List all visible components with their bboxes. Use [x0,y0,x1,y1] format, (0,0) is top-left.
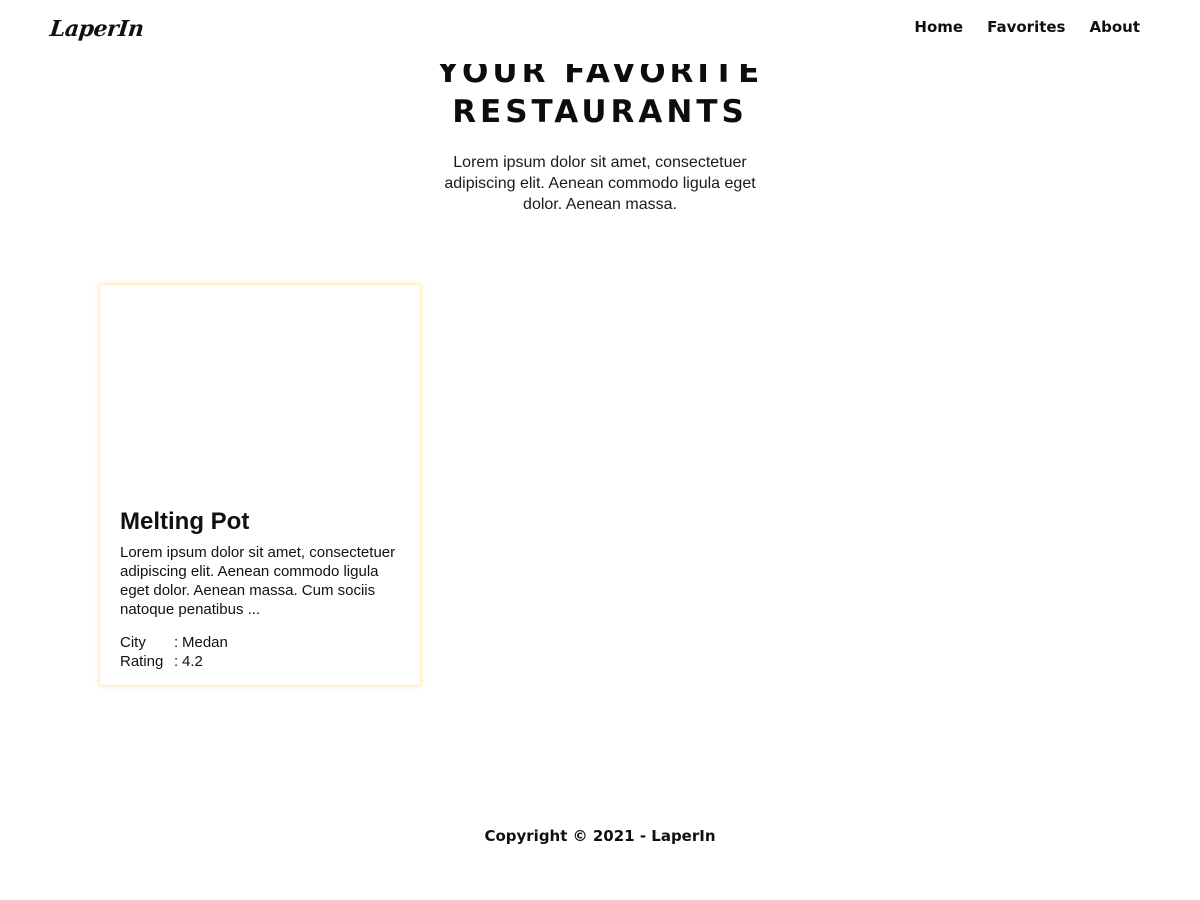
city-value: Medan [182,634,228,651]
site-logo[interactable]: LaperIn [49,16,145,42]
rating-value: 4.2 [182,653,203,670]
page: YOUR FAVORITE RESTAURANTS Lorem ipsum do… [0,0,1200,900]
restaurant-city-row: City : Medan [120,633,228,652]
hero-description: Lorem ipsum dolor sit amet, consectetuer… [444,154,756,213]
copyright-text: Copyright © 2021 - LaperIn [484,827,716,845]
city-separator: : [174,634,179,651]
page-title-line-2: RESTAURANTS [452,94,748,130]
nav-home-link[interactable]: Home [914,18,963,36]
restaurant-name[interactable]: Melting Pot [120,507,249,537]
restaurant-meta: City : Medan Rating : 4.2 [120,633,228,671]
nav-favorites-link[interactable]: Favorites [987,18,1065,36]
city-label: City [120,634,146,651]
main-nav: Home Favorites About [914,18,1140,36]
restaurant-image [100,285,420,497]
page-title: YOUR FAVORITE RESTAURANTS [0,52,1200,132]
restaurant-card[interactable]: Melting Pot Lorem ipsum dolor sit amet, … [100,285,420,685]
site-footer: Copyright © 2021 - LaperIn [0,827,1200,845]
rating-separator: : [174,653,179,670]
nav-about-link[interactable]: About [1089,18,1140,36]
rating-label: Rating [120,653,164,670]
restaurant-description: Lorem ipsum dolor sit amet, consectetuer… [120,544,396,618]
restaurant-rating-row: Rating : 4.2 [120,652,228,671]
site-header: LaperIn Home Favorites About [0,0,1200,64]
